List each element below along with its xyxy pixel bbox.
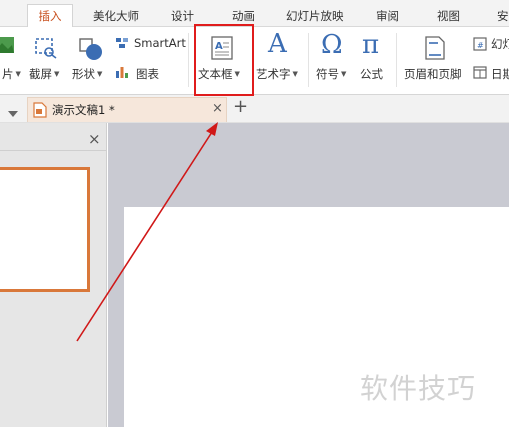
date-time-icon[interactable] <box>473 65 487 79</box>
presentation-file-icon <box>33 102 47 118</box>
formula-pi-icon[interactable]: π <box>362 30 379 60</box>
ribbon-separator <box>188 33 189 87</box>
shape-icon[interactable] <box>78 37 104 61</box>
wordart-icon[interactable]: A <box>268 29 287 59</box>
tab-insert[interactable]: 插入 <box>27 4 73 28</box>
pane-divider <box>0 150 106 151</box>
close-pane-icon[interactable]: × <box>88 130 101 148</box>
formula-button[interactable]: 公式 <box>360 66 383 82</box>
document-tab-title: 演示文稿1 * <box>52 103 115 117</box>
screenshot-button[interactable]: 截屏 ▼ <box>29 66 59 82</box>
tab-animation[interactable]: 动画 <box>232 6 255 26</box>
slide-number-icon[interactable]: # <box>473 37 487 51</box>
header-footer-icon[interactable] <box>424 35 446 61</box>
tab-design[interactable]: 设计 <box>171 6 194 26</box>
tab-beautify-master[interactable]: 美化大师 <box>93 6 139 26</box>
slide-thumbnail[interactable] <box>0 167 90 292</box>
close-tab-icon[interactable]: × <box>212 101 223 116</box>
chart-icon[interactable] <box>115 65 129 79</box>
tab-slideshow[interactable]: 幻灯片放映 <box>286 6 344 26</box>
smartart-button[interactable]: SmartArt <box>134 36 186 50</box>
screenshot-icon[interactable] <box>34 37 58 59</box>
ribbon-tab-bar: 插入 美化大师 设计 动画 幻灯片放映 审阅 视图 安 <box>0 0 509 28</box>
tab-list-dropdown-icon[interactable] <box>8 106 18 117</box>
watermark-text: 软件技巧 <box>360 372 477 405</box>
smartart-icon[interactable] <box>115 37 129 49</box>
ribbon-separator <box>308 33 309 87</box>
tab-security[interactable]: 安 <box>497 6 509 26</box>
date-time-button[interactable]: 日期 <box>491 66 509 82</box>
picture-button-label[interactable]: 片 ▼ <box>2 66 21 82</box>
header-footer-button[interactable]: 页眉和页脚 <box>404 66 462 82</box>
shape-button[interactable]: 形状 ▼ <box>72 66 102 82</box>
slide-number-button[interactable]: 幻灯 <box>491 36 509 52</box>
annotation-highlight-box <box>194 24 254 96</box>
svg-text:#: # <box>477 41 484 50</box>
tab-review[interactable]: 审阅 <box>376 6 399 26</box>
wordart-button[interactable]: 艺术字 ▼ <box>256 66 298 82</box>
symbol-omega-icon[interactable]: Ω <box>321 30 343 60</box>
ribbon-separator <box>396 33 397 87</box>
ribbon-panel: 片 ▼ 截屏 ▼ 形状 ▼ SmartArt 图表 A 文本框 ▼ A 艺术字 … <box>0 27 509 95</box>
new-tab-icon[interactable]: + <box>233 96 248 117</box>
tab-view[interactable]: 视图 <box>437 6 460 26</box>
document-tab[interactable]: 演示文稿1 * × <box>27 97 227 122</box>
picture-icon[interactable] <box>0 33 20 59</box>
document-tab-bar: 演示文稿1 * × + <box>0 95 509 123</box>
symbol-button[interactable]: 符号 ▼ <box>316 66 346 82</box>
chart-button[interactable]: 图表 <box>136 66 159 82</box>
